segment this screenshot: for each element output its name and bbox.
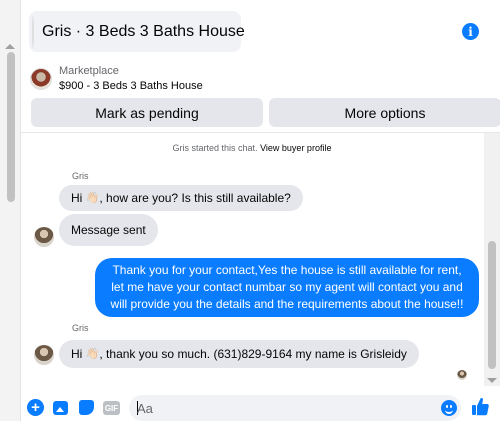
message-thread[interactable]: Gris started this chat. View buyer profi… (21, 133, 483, 386)
message-text: , thank you so much. (631)829-9164 my na… (99, 346, 407, 361)
gif-icon[interactable]: GIF (103, 401, 120, 415)
scroll-up-arrow-icon[interactable] (5, 44, 15, 49)
message-input-container[interactable] (129, 395, 461, 421)
message-bubble-incoming[interactable]: Message sent (59, 214, 158, 246)
marketplace-label: Marketplace (59, 65, 119, 77)
chat-header: Gris · 3 Beds 3 Baths House i (21, 0, 500, 58)
waving-hand-icon: 👋🏻 (85, 191, 100, 204)
sender-name: Gris (72, 323, 89, 333)
message-bubble-incoming[interactable]: Hi 👋🏻, how are you? Is this still availa… (59, 185, 303, 211)
listing-title[interactable]: $900 - 3 Beds 3 Baths House (59, 80, 203, 92)
conversation-title: Gris · 3 Beds 3 Baths House (42, 22, 245, 40)
emoji-icon[interactable] (441, 400, 457, 416)
scroll-down-arrow-icon[interactable] (487, 378, 497, 383)
message-input[interactable] (137, 395, 427, 421)
view-buyer-profile-link[interactable]: View buyer profile (260, 143, 331, 153)
chat-started-notice: Gris started this chat. View buyer profi… (21, 143, 483, 153)
message-text: Thank you for your contact,Yes the house… (110, 263, 464, 311)
plus-icon[interactable]: + (27, 399, 44, 416)
conversation-title-button[interactable]: Gris · 3 Beds 3 Baths House (29, 11, 245, 52)
sticker-icon[interactable] (79, 400, 94, 415)
marketplace-listing-card: Marketplace $900 - 3 Beds 3 Baths House … (21, 58, 500, 133)
listing-thumbnail[interactable] (30, 68, 52, 90)
avatar[interactable] (34, 227, 54, 247)
seen-indicator-avatar (457, 370, 467, 380)
right-scrollbar[interactable] (484, 133, 500, 386)
sender-name: Gris (72, 171, 89, 181)
thumbs-up-icon[interactable] (472, 397, 489, 416)
message-text: Message sent (71, 222, 146, 237)
message-text: , how are you? Is this still available? (99, 190, 291, 205)
left-scrollbar-thumb[interactable] (7, 52, 15, 202)
message-greeting: Hi (71, 190, 83, 205)
message-bubble-outgoing[interactable]: Thank you for your contact,Yes the house… (95, 258, 479, 317)
image-icon[interactable] (53, 401, 68, 415)
listing-avatar (32, 15, 34, 48)
waving-hand-icon: 👋🏻 (85, 347, 100, 360)
chat-started-text: Gris started this chat. (172, 143, 258, 153)
message-bubble-incoming[interactable]: Hi 👋🏻, thank you so much. (631)829-9164 … (59, 340, 419, 368)
messenger-window: Gris · 3 Beds 3 Baths House i Marketplac… (0, 0, 500, 421)
left-scrollbar[interactable] (0, 0, 21, 421)
message-greeting: Hi (71, 346, 83, 361)
right-scrollbar-thumb[interactable] (488, 241, 496, 369)
avatar[interactable] (34, 345, 54, 365)
mark-as-pending-button[interactable]: Mark as pending (31, 98, 263, 127)
message-composer: + GIF (21, 387, 500, 421)
more-options-button[interactable]: More options (269, 98, 500, 127)
info-icon[interactable]: i (462, 23, 479, 40)
